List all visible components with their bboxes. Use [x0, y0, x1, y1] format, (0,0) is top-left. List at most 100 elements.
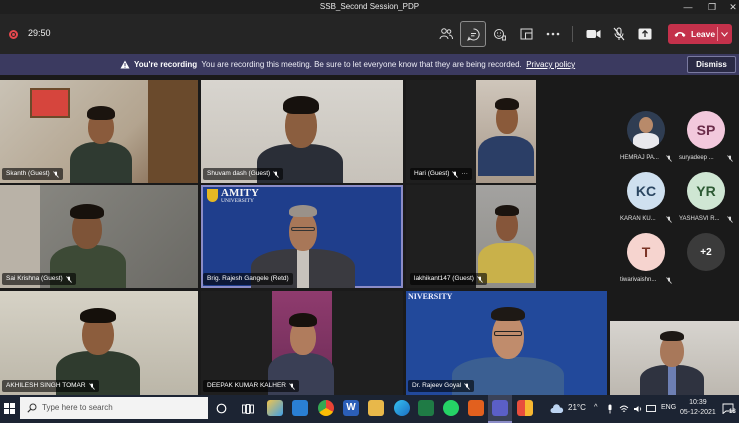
chat-button[interactable] — [460, 21, 486, 47]
participant-name: Brig. Rajesh Gangele (Retd) — [207, 275, 289, 282]
video-tile[interactable]: lakhikant147 (Guest) — [406, 185, 536, 288]
university-banner-text: NIVERSITY — [408, 292, 453, 301]
wifi-icon[interactable] — [619, 405, 629, 413]
mic-off-icon — [452, 170, 459, 178]
mic-off-icon — [477, 275, 483, 283]
dismiss-button[interactable]: Dismiss — [687, 56, 736, 73]
excel-icon[interactable] — [418, 400, 434, 416]
search-icon — [27, 403, 37, 413]
mic-off-icon — [666, 216, 672, 223]
roster-name: HEMRAJ PA... — [620, 155, 659, 161]
meeting-timer: 29:50 — [28, 28, 51, 38]
mic-off-icon — [727, 155, 733, 162]
participant-name: Sai Krishna (Guest) — [6, 275, 63, 282]
leave-divider — [717, 27, 718, 41]
people-icon — [439, 28, 453, 40]
mic-off-icon — [464, 382, 470, 390]
whatsapp-icon[interactable] — [443, 400, 459, 416]
reactions-button[interactable] — [487, 21, 513, 47]
rooms-button[interactable] — [513, 21, 539, 47]
video-tile[interactable]: DEEPAK KUMAR KALHER — [201, 291, 403, 395]
tray-chevron-icon[interactable]: ^ — [594, 402, 598, 411]
roster-name: YASHASVI R... — [679, 216, 720, 222]
hand-raise-icon — [494, 28, 506, 40]
participant-name: Hari (Guest) — [414, 170, 450, 177]
minimize-button[interactable]: — — [675, 0, 701, 14]
taskbar-search-input[interactable]: Type here to search — [20, 397, 208, 419]
mail-icon[interactable] — [292, 400, 308, 416]
video-tile[interactable]: Skanth (Guest) — [0, 80, 198, 183]
weather-temp[interactable]: 21°C — [568, 403, 586, 412]
taskbar: Type here to search W 21°C ^ ENG 10:39 0… — [0, 395, 739, 423]
nameplate: Shuvam dash (Guest) — [203, 168, 284, 180]
amity-crest-icon — [207, 189, 218, 202]
chat-icon — [466, 27, 480, 41]
participant-roster: HEMRAJ PA... SP suryadeep ... KC KARAN K… — [612, 78, 739, 318]
video-tile[interactable]: NIVERSITY Dr. Rajeev Goyal — [406, 291, 607, 395]
share-button[interactable] — [632, 21, 658, 47]
participant-name: lakhikant147 (Guest) — [414, 275, 474, 282]
more-options-icon[interactable]: ··· — [461, 168, 468, 180]
windows-start-icon[interactable] — [4, 403, 15, 414]
avatar[interactable]: T — [627, 233, 665, 271]
video-tile[interactable]: Hari (Guest) ··· — [406, 80, 536, 183]
word-icon[interactable]: W — [343, 400, 359, 416]
recording-banner: You're recording You are recording this … — [0, 54, 739, 75]
video-tile[interactable]: Shuvam dash (Guest) — [201, 80, 403, 183]
participant-name: AKHILESH SINGH TOMAR — [6, 382, 86, 389]
search-app-icon[interactable] — [468, 400, 484, 416]
window-title: SSB_Second Session_PDP — [319, 2, 420, 11]
close-window-button[interactable]: ✕ — [720, 0, 739, 14]
participant-name: Skanth (Guest) — [6, 170, 50, 177]
volume-icon[interactable] — [633, 405, 643, 413]
nameplate: lakhikant147 (Guest) — [410, 273, 487, 285]
mic-off-icon — [65, 275, 72, 283]
task-view-icon[interactable] — [242, 404, 254, 414]
system-clock[interactable]: 10:39 05-12-2021 — [680, 398, 716, 418]
nameplate: Brig. Rajesh Gangele (Retd) — [203, 273, 293, 285]
phone-hangup-icon — [674, 32, 686, 37]
video-tile[interactable]: AKHILESH SINGH TOMAR — [0, 291, 198, 395]
app-icon[interactable] — [517, 400, 533, 416]
edge-icon[interactable] — [394, 400, 410, 416]
meeting-toolbar: 29:50 Leave — [0, 14, 739, 54]
privacy-policy-link[interactable]: Privacy policy — [526, 60, 575, 69]
recording-indicator-icon — [9, 30, 18, 39]
video-feed — [476, 80, 536, 183]
more-participants-badge[interactable]: +2 — [687, 233, 725, 271]
mic-button[interactable] — [606, 21, 632, 47]
mic-off-icon — [666, 155, 672, 162]
file-explorer-icon[interactable] — [368, 400, 384, 416]
doorway — [148, 80, 198, 183]
participant-name: Dr. Rajeev Goyal — [412, 382, 462, 389]
camera-button[interactable] — [580, 21, 606, 47]
teams-active-app[interactable] — [488, 395, 512, 423]
amity-logo-subtext: UNIVERSITY — [221, 198, 254, 204]
breakout-rooms-icon — [520, 28, 532, 40]
language-indicator[interactable]: ENG — [661, 404, 676, 411]
video-tile[interactable]: Sai Krishna (Guest) — [0, 185, 198, 288]
title-bar: SSB_Second Session_PDP — ❐ ✕ — [0, 0, 739, 14]
avatar[interactable] — [627, 111, 665, 149]
clock-time: 10:39 — [689, 399, 707, 406]
chrome-icon[interactable] — [318, 400, 334, 416]
leave-label: Leave — [691, 29, 716, 39]
avatar[interactable]: SP — [687, 111, 725, 149]
clock-date: 05-12-2021 — [680, 409, 716, 416]
search-placeholder: Type here to search — [42, 403, 113, 412]
cortana-icon[interactable] — [216, 403, 227, 414]
recording-message: You are recording this meeting. Be sure … — [201, 60, 522, 69]
store-icon[interactable] — [267, 400, 283, 416]
roster-name: KARAN KU... — [620, 216, 656, 222]
avatar[interactable]: KC — [627, 172, 665, 210]
avatar[interactable]: YR — [687, 172, 725, 210]
tray-mic-icon[interactable] — [607, 404, 613, 414]
participants-button[interactable] — [433, 21, 459, 47]
chevron-down-icon[interactable] — [721, 32, 728, 37]
display-icon[interactable] — [646, 405, 656, 413]
notification-count: 18 — [729, 409, 736, 415]
leave-button[interactable]: Leave — [668, 24, 732, 44]
video-tile-active-speaker[interactable]: AMITY UNIVERSITY Brig. Rajesh Gangele (R… — [201, 185, 403, 288]
more-actions-button[interactable] — [540, 21, 566, 47]
self-view-tile[interactable] — [610, 321, 739, 395]
